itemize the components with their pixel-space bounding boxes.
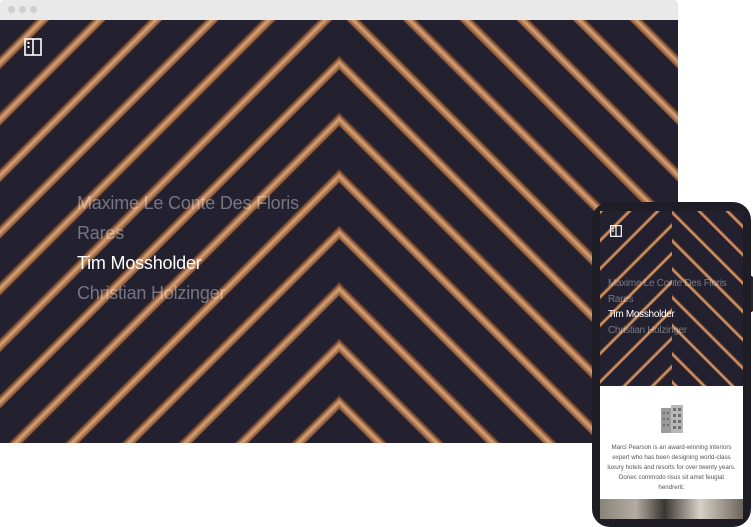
mobile-hero-section: Maxime Le Conte Des Floris Rares Tim Mos…	[600, 211, 743, 386]
mobile-nav-item-christian[interactable]: Christian Holzinger	[608, 323, 726, 339]
window-control-dot	[19, 6, 26, 13]
nav-item-christian[interactable]: Christian Holzinger	[77, 278, 299, 308]
browser-title-bar	[0, 0, 678, 20]
desktop-browser-mockup: Maxime Le Conte Des Floris Rares Tim Mos…	[0, 0, 678, 443]
building-logo-icon[interactable]	[610, 225, 622, 237]
nav-item-maxime[interactable]: Maxime Le Conte Des Floris	[77, 188, 299, 218]
window-control-dot	[8, 6, 15, 13]
building-icon	[661, 405, 683, 433]
building-logo-icon[interactable]	[24, 38, 42, 56]
window-control-dot	[30, 6, 37, 13]
mobile-nav-item-maxime[interactable]: Maxime Le Conte Des Floris	[608, 276, 727, 292]
mobile-nav-item-rares[interactable]: Rares	[608, 292, 726, 308]
phone-screen: Maxime Le Conte Des Floris Rares Tim Mos…	[600, 211, 743, 519]
designer-nav: Maxime Le Conte Des Floris Rares Tim Mos…	[77, 188, 299, 308]
nav-item-tim-mossholder[interactable]: Tim Mossholder	[77, 248, 299, 278]
mobile-phone-mockup: Maxime Le Conte Des Floris Rares Tim Mos…	[592, 202, 751, 527]
nav-item-rares[interactable]: Rares	[77, 218, 299, 248]
hero-section: Maxime Le Conte Des Floris Rares Tim Mos…	[0, 20, 678, 443]
mobile-nav-item-tim-mossholder[interactable]: Tim Mossholder	[608, 307, 726, 323]
mobile-designer-nav: Maxime Le Conte Des Floris Rares Tim Mos…	[608, 276, 727, 339]
interior-photo	[600, 499, 743, 519]
designer-bio: Marci Pearson is an award-winning interi…	[607, 444, 736, 492]
